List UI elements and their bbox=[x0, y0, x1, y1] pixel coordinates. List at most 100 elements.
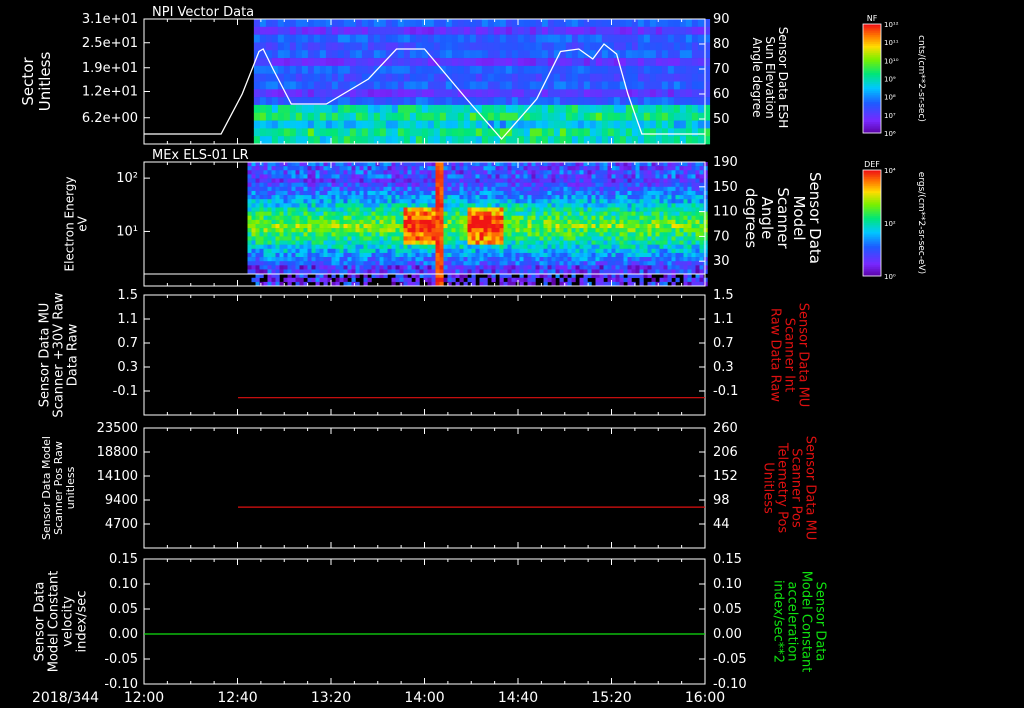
heatmap-cell bbox=[409, 34, 417, 43]
heatmap-cell bbox=[427, 199, 432, 204]
heatmap-cell bbox=[615, 162, 620, 167]
heatmap-cell bbox=[471, 244, 476, 250]
heatmap-cell bbox=[447, 224, 452, 229]
heatmap-cell bbox=[511, 203, 516, 208]
heatmap-cell bbox=[675, 174, 680, 179]
heatmap-cell bbox=[323, 162, 328, 167]
heatmap-cell bbox=[447, 195, 452, 200]
heatmap-cell bbox=[655, 58, 663, 67]
heatmap-cell bbox=[311, 162, 316, 167]
heatmap-cell bbox=[379, 265, 384, 270]
heatmap-cell bbox=[651, 215, 656, 221]
heatmap-cell bbox=[263, 236, 268, 241]
heatmap-cell bbox=[567, 219, 572, 225]
heatmap-cell bbox=[695, 236, 700, 241]
heatmap-cell bbox=[591, 207, 596, 212]
heatmap-cell bbox=[591, 257, 596, 262]
heatmap-cell bbox=[323, 199, 328, 204]
heatmap-cell bbox=[277, 97, 285, 106]
heatmap-cell bbox=[403, 236, 408, 241]
heatmap-cell bbox=[531, 190, 536, 196]
heatmap-cell bbox=[443, 199, 448, 204]
heatmap-cell bbox=[423, 207, 428, 212]
heatmap-cell bbox=[611, 182, 616, 188]
heatmap-cell bbox=[511, 277, 516, 283]
heatmap-cell bbox=[335, 277, 340, 283]
heatmap-cell bbox=[559, 65, 567, 74]
heatmap-cell bbox=[331, 73, 339, 82]
heatmap-cell bbox=[275, 219, 280, 225]
heatmap-cell bbox=[415, 240, 420, 245]
heatmap-cell bbox=[343, 261, 348, 266]
heatmap-cell bbox=[695, 199, 700, 204]
heatmap-cell bbox=[355, 136, 363, 145]
heatmap-cell bbox=[627, 170, 632, 175]
heatmap-cell bbox=[371, 269, 376, 274]
heatmap-cell bbox=[519, 190, 524, 196]
heatmap-cell bbox=[651, 186, 656, 192]
heatmap-cell bbox=[659, 166, 664, 171]
heatmap-cell bbox=[511, 166, 516, 171]
heatmap-cell bbox=[295, 215, 300, 221]
heatmap-cell bbox=[659, 277, 664, 283]
heatmap-cell bbox=[547, 120, 555, 129]
heatmap-cell bbox=[535, 174, 540, 179]
heatmap-cell bbox=[289, 89, 297, 98]
heatmap-cell bbox=[391, 244, 396, 250]
heatmap-cell bbox=[471, 257, 476, 262]
heatmap-cell bbox=[631, 215, 636, 221]
heatmap-cell bbox=[571, 58, 579, 67]
heatmap-cell bbox=[375, 219, 380, 225]
heatmap-cell bbox=[407, 224, 412, 229]
heatmap-cell bbox=[263, 186, 268, 192]
heatmap-cell bbox=[655, 42, 663, 51]
heatmap-cell bbox=[507, 265, 512, 270]
heatmap-cell bbox=[343, 112, 351, 121]
heatmap-cell bbox=[527, 224, 532, 229]
heatmap-cell bbox=[535, 26, 543, 35]
heatmap-cell bbox=[325, 112, 333, 121]
heatmap-cell bbox=[387, 232, 392, 237]
heatmap-cell bbox=[271, 182, 276, 188]
heatmap-cell bbox=[403, 195, 408, 200]
heatmap-cell bbox=[391, 219, 396, 225]
heatmap-cell bbox=[359, 182, 364, 188]
heatmap-cell bbox=[547, 174, 552, 179]
heatmap-cell bbox=[339, 252, 344, 258]
heatmap-cell bbox=[479, 277, 484, 283]
heatmap-cell bbox=[631, 240, 636, 245]
heatmap-cell bbox=[697, 34, 705, 43]
heatmap-cell bbox=[383, 195, 388, 200]
heatmap-cell bbox=[587, 252, 592, 258]
heatmap-cell bbox=[623, 240, 628, 245]
heatmap-cell bbox=[431, 215, 436, 221]
heatmap-cell bbox=[535, 65, 543, 74]
heatmap-cell bbox=[539, 195, 544, 200]
heatmap-cell bbox=[503, 224, 508, 229]
heatmap-cell bbox=[299, 252, 304, 258]
heatmap-cell bbox=[687, 190, 692, 196]
panel-1-ytick-label: 6.2e+00 bbox=[82, 111, 138, 126]
heatmap-cell bbox=[299, 203, 304, 208]
heatmap-cell bbox=[355, 89, 363, 98]
heatmap-cell bbox=[395, 261, 400, 266]
heatmap-cell bbox=[457, 50, 465, 59]
heatmap-cell bbox=[627, 236, 632, 241]
heatmap-cell bbox=[523, 207, 528, 212]
heatmap-cell bbox=[519, 265, 524, 270]
heatmap-cell bbox=[613, 81, 621, 90]
heatmap-cell bbox=[583, 81, 591, 90]
heatmap-cell bbox=[455, 166, 460, 171]
heatmap-cell bbox=[247, 166, 252, 171]
heatmap-cell bbox=[415, 81, 423, 90]
heatmap-cell bbox=[475, 162, 480, 167]
heatmap-cell bbox=[351, 190, 356, 196]
heatmap-cell bbox=[591, 224, 596, 229]
heatmap-cell bbox=[631, 170, 636, 175]
heatmap-cell bbox=[435, 269, 440, 274]
heatmap-cell bbox=[375, 186, 380, 192]
heatmap-cell bbox=[303, 162, 308, 167]
heatmap-cell bbox=[463, 170, 468, 175]
heatmap-cell bbox=[331, 244, 336, 250]
heatmap-cell bbox=[387, 248, 392, 254]
